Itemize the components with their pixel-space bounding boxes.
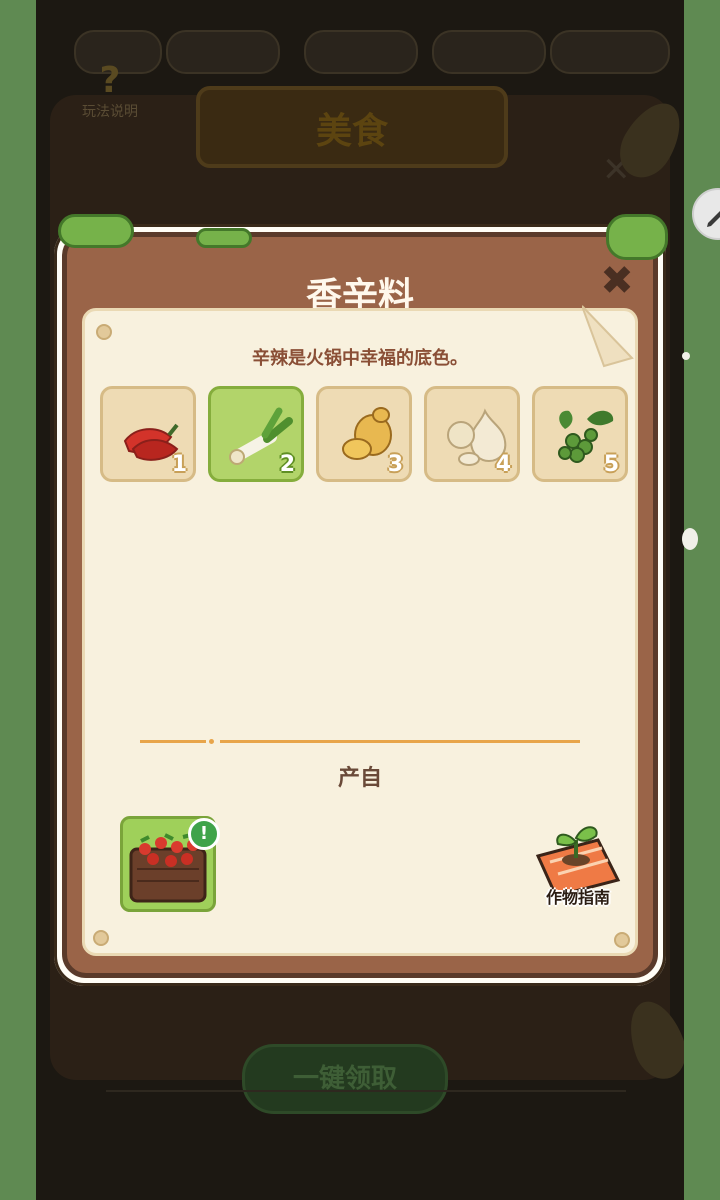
vine-decoration	[58, 214, 134, 248]
close-icon[interactable]: ✖	[595, 259, 639, 303]
resource-stat	[166, 30, 280, 74]
background-title-plate: 美食	[196, 86, 508, 168]
spice-slot-sichuan-pepper[interactable]: 5	[532, 386, 628, 482]
vine-decoration	[606, 214, 668, 260]
background-title: 美食	[315, 111, 388, 152]
description-text: 辛辣是火锅中幸福的底色。	[252, 348, 468, 369]
help-button[interactable]: ? 玩法说明	[70, 60, 150, 146]
resource-stat	[432, 30, 546, 74]
side-handle	[682, 352, 690, 360]
slot-number: 2	[279, 452, 295, 477]
resource-stat	[550, 30, 670, 74]
slot-number: 3	[387, 452, 403, 477]
alert-badge: !	[188, 818, 220, 850]
edit-pencil-icon[interactable]	[692, 188, 720, 240]
pin-decoration	[614, 932, 630, 948]
pin-decoration	[93, 930, 109, 946]
slot-number: 5	[603, 452, 619, 477]
side-handle	[682, 528, 698, 550]
spice-slot-scallion[interactable]: 2	[208, 386, 304, 482]
slot-number: 1	[171, 452, 187, 477]
crop-guide-label: 作物指南	[545, 888, 610, 907]
resource-stat	[304, 30, 418, 74]
section-divider	[140, 738, 580, 745]
vine-decoration	[196, 228, 252, 248]
question-icon: ?	[99, 60, 121, 101]
spice-slot-garlic[interactable]: 4	[424, 386, 520, 482]
pin-decoration	[96, 324, 112, 340]
help-label: 玩法说明	[82, 104, 138, 120]
bottom-toolbar	[106, 1090, 626, 1172]
spice-slot-chili[interactable]: 1	[100, 386, 196, 482]
origin-label: 产自	[337, 766, 382, 791]
slot-number: 4	[495, 452, 511, 477]
spice-slot-ginger[interactable]: 3	[316, 386, 412, 482]
